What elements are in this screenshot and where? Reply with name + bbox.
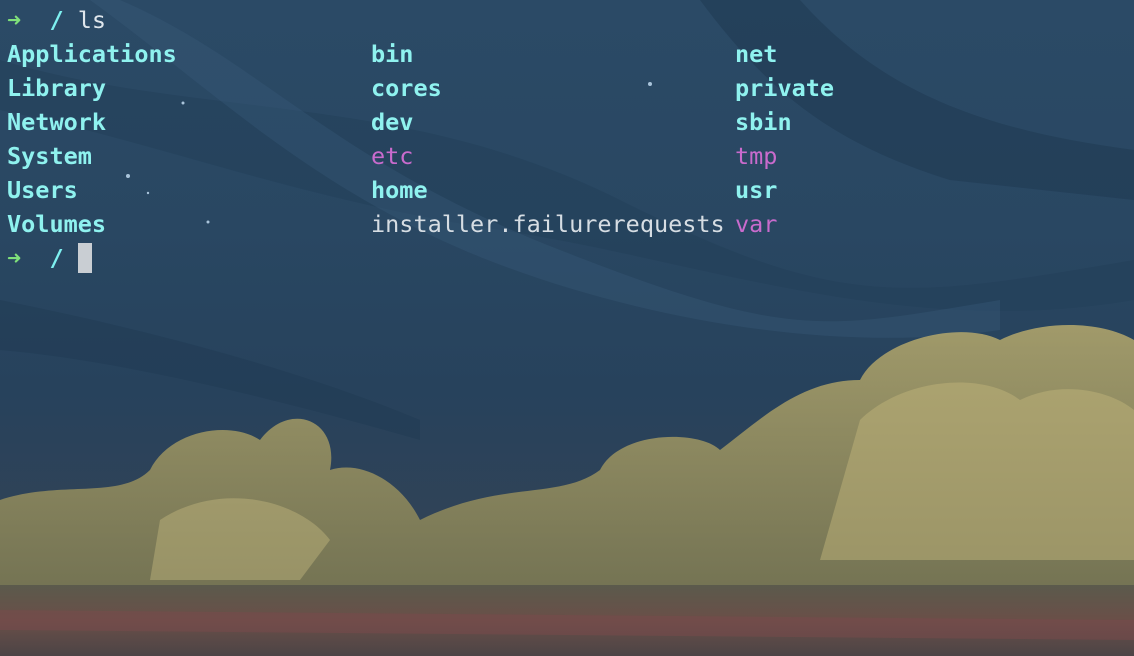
prompt-arrow-icon: ➜ (7, 244, 22, 272)
text-cursor[interactable] (77, 242, 92, 273)
prompt-path: / (49, 244, 64, 272)
prompt-line-active[interactable]: ➜ / (7, 241, 92, 275)
listing-entry: dev (371, 108, 414, 136)
terminal-window[interactable]: ➜ / ls Applications Library Network System U… (0, 0, 1134, 656)
listing-entry: usr (735, 176, 778, 204)
listing-entry: Users (7, 176, 78, 204)
listing-entry: private (735, 74, 835, 102)
listing-entry: Library (7, 74, 107, 102)
listing-entry: Network (7, 108, 107, 136)
listing-entry: net (735, 40, 778, 68)
listing-entry: tmp (735, 142, 778, 170)
listing-entry: etc (371, 142, 414, 170)
listing-entry: Applications (7, 40, 177, 68)
prompt-path: / (49, 6, 64, 34)
listing-entry: System (7, 142, 92, 170)
listing-entry: installer.failurerequests (371, 210, 725, 238)
listing-entry: sbin (735, 108, 792, 136)
listing-entry: Volumes (7, 210, 107, 238)
listing-entry: home (371, 176, 428, 204)
listing-entry: bin (371, 40, 414, 68)
prompt-line-ls: ➜ / ls (7, 3, 106, 37)
prompt-arrow-icon: ➜ (7, 6, 22, 34)
listing-entry: cores (371, 74, 442, 102)
listing-entry: var (735, 210, 778, 238)
command-text: ls (77, 6, 107, 34)
